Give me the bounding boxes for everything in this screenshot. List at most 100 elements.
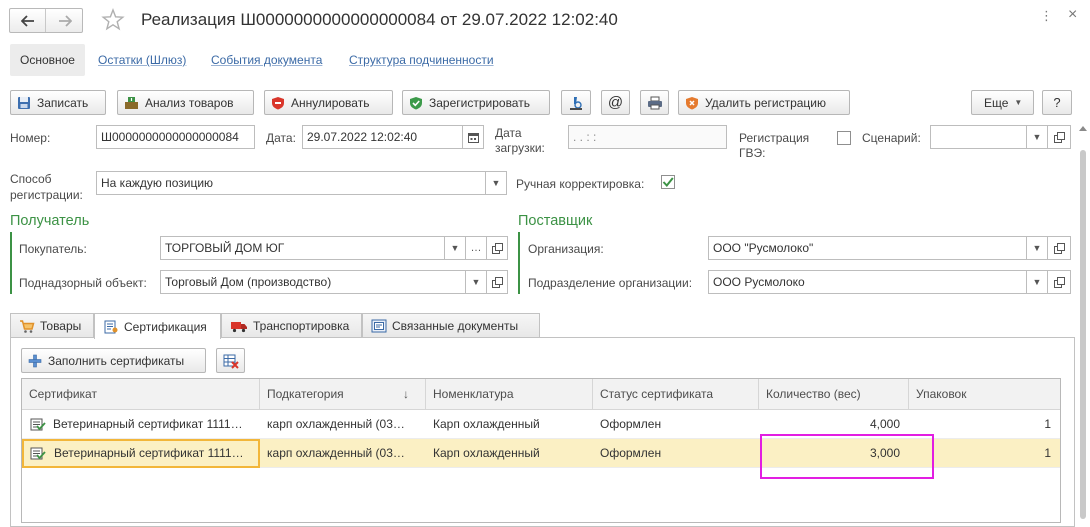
tab-certification-label: Сертификация	[124, 319, 207, 334]
page-tab-document-events[interactable]: События документа	[211, 44, 322, 76]
plus-icon	[28, 354, 42, 367]
supervised-object-open-button[interactable]	[486, 270, 508, 294]
certificate-status-icon	[30, 447, 46, 460]
open-item-icon	[491, 276, 503, 288]
email-button[interactable]: @	[601, 90, 630, 115]
column-header-nomenclature[interactable]: Номенклатура	[426, 379, 593, 410]
more-label: Еще	[984, 95, 1009, 110]
date-field[interactable]: 29.07.2022 12:02:40	[302, 125, 463, 149]
buyer-select-button[interactable]: …	[465, 236, 487, 260]
registration-method-dropdown[interactable]: ▼	[485, 171, 507, 195]
method-label-line1: Способ	[10, 172, 52, 186]
load-date-field: . . : :	[568, 125, 727, 149]
clear-certificates-button[interactable]	[216, 348, 245, 373]
scenario-label: Сценарий:	[862, 131, 921, 145]
help-icon: ?	[1053, 95, 1061, 110]
organization-dropdown[interactable]: ▼	[1026, 236, 1048, 260]
cell-certificate[interactable]: Ветеринарный сертификат 1111…	[22, 439, 260, 468]
arrow-left-icon	[20, 14, 34, 27]
buyer-field[interactable]: ТОРГОВЫЙ ДОМ ЮГ	[160, 236, 445, 260]
open-item-icon	[1053, 276, 1065, 288]
table-header: Сертификат Подкатегория ↓ Номенклатура С…	[22, 379, 1060, 410]
gve-registration-checkbox[interactable]	[837, 131, 851, 145]
page-tab-gateway-stock[interactable]: Остатки (Шлюз)	[98, 44, 186, 76]
table-row[interactable]: Ветеринарный сертификат 1111… карп охлаж…	[22, 410, 1060, 439]
buyer-open-button[interactable]	[486, 236, 508, 260]
window-title: Реализация Ш0000000000000000084 от 29.07…	[141, 10, 618, 29]
column-header-status[interactable]: Статус сертификата	[593, 379, 759, 410]
column-header-certificate[interactable]: Сертификат	[22, 379, 260, 410]
analyze-goods-button[interactable]: Анализ товаров	[117, 90, 254, 115]
cell-subcategory: карп охлажденный (03…	[267, 446, 405, 460]
organization-open-button[interactable]	[1047, 236, 1071, 260]
buyer-label: Покупатель:	[19, 242, 87, 256]
supervised-object-dropdown[interactable]: ▼	[465, 270, 487, 294]
department-label: Подразделение организации:	[528, 276, 693, 290]
cell-status: Оформлен	[600, 417, 662, 431]
more-menu-icon[interactable]: ⋮	[1040, 8, 1053, 24]
microscope-button[interactable]	[561, 90, 591, 115]
back-button[interactable]	[10, 9, 46, 32]
table-delete-icon	[223, 354, 239, 369]
column-header-quantity[interactable]: Количество (вес)	[759, 379, 909, 410]
cell-status: Оформлен	[600, 446, 662, 460]
department-field[interactable]: ООО Русмолоко	[708, 270, 1027, 294]
analyze-goods-label: Анализ товаров	[145, 95, 234, 110]
organization-field[interactable]: ООО "Русмолоко"	[708, 236, 1027, 260]
department-dropdown[interactable]: ▼	[1026, 270, 1048, 294]
fill-certificates-button[interactable]: Заполнить сертификаты	[21, 348, 206, 373]
supplier-group-line	[518, 232, 520, 294]
tab-transport-label: Транспортировка	[253, 319, 350, 333]
tab-related-documents[interactable]: Связанные документы	[362, 313, 540, 338]
manual-correction-checkbox[interactable]	[661, 175, 675, 189]
buyer-dropdown-button[interactable]: ▼	[444, 236, 466, 260]
tab-goods[interactable]: Товары	[10, 313, 94, 338]
microscope-icon	[570, 96, 582, 110]
save-label: Записать	[37, 95, 89, 110]
linked-documents-icon	[371, 319, 387, 333]
shield-green-icon	[410, 96, 422, 109]
scenario-field[interactable]	[930, 125, 1027, 149]
column-header-subcategory[interactable]: Подкатегория ↓	[260, 379, 426, 410]
column-header-subcategory-label: Подкатегория	[267, 387, 344, 401]
calendar-button[interactable]	[462, 125, 484, 149]
more-button[interactable]: Еще ▼	[971, 90, 1034, 115]
department-open-button[interactable]	[1047, 270, 1071, 294]
ellipsis-icon: …	[470, 242, 482, 254]
tab-transport[interactable]: Транспортировка	[221, 313, 362, 338]
registration-method-field[interactable]: На каждую позицию	[96, 171, 486, 195]
printer-icon	[647, 96, 662, 109]
scenario-dropdown-button[interactable]: ▼	[1026, 125, 1048, 149]
gve-label-line1: Регистрация	[739, 131, 810, 145]
save-button[interactable]: Записать	[10, 90, 106, 115]
tab-certification[interactable]: Сертификация	[94, 313, 221, 339]
close-icon[interactable]: ×	[1068, 6, 1077, 24]
open-item-icon	[491, 242, 503, 254]
register-button[interactable]: Зарегистрировать	[402, 90, 550, 115]
number-field[interactable]: Ш0000000000000000084	[96, 125, 255, 149]
delete-registration-button[interactable]: Удалить регистрацию	[678, 90, 850, 115]
column-header-packages[interactable]: Упаковок	[909, 379, 1060, 410]
favorite-star-icon[interactable]	[101, 8, 125, 32]
supervised-object-field[interactable]: Торговый Дом (производство)	[160, 270, 466, 294]
help-button[interactable]: ?	[1042, 90, 1072, 115]
page-tab-main[interactable]: Основное	[10, 44, 85, 76]
print-button[interactable]	[640, 90, 669, 115]
annul-button[interactable]: Аннулировать	[264, 90, 393, 115]
chevron-down-icon: ▼	[1032, 132, 1042, 142]
number-label: Номер:	[10, 131, 51, 145]
scenario-open-button[interactable]	[1047, 125, 1071, 149]
cell-nomenclature: Карп охлажденный	[433, 417, 540, 431]
tab-goods-label: Товары	[40, 319, 82, 333]
forward-button[interactable]	[47, 9, 83, 32]
supplier-group-title: Поставщик	[518, 213, 593, 229]
open-item-icon	[1053, 131, 1065, 143]
table-row-selected[interactable]: Ветеринарный сертификат 1111… карп охлаж…	[22, 439, 1060, 468]
cell-packages: 1	[1044, 446, 1051, 460]
vertical-scrollbar[interactable]	[1078, 124, 1088, 519]
cell-packages: 1	[1044, 417, 1051, 431]
cell-nomenclature: Карп охлажденный	[433, 446, 540, 460]
method-label-line2: регистрации:	[10, 188, 83, 202]
page-tab-subordination[interactable]: Структура подчиненности	[349, 44, 494, 76]
load-date-label-line2: загрузки:	[495, 141, 545, 155]
